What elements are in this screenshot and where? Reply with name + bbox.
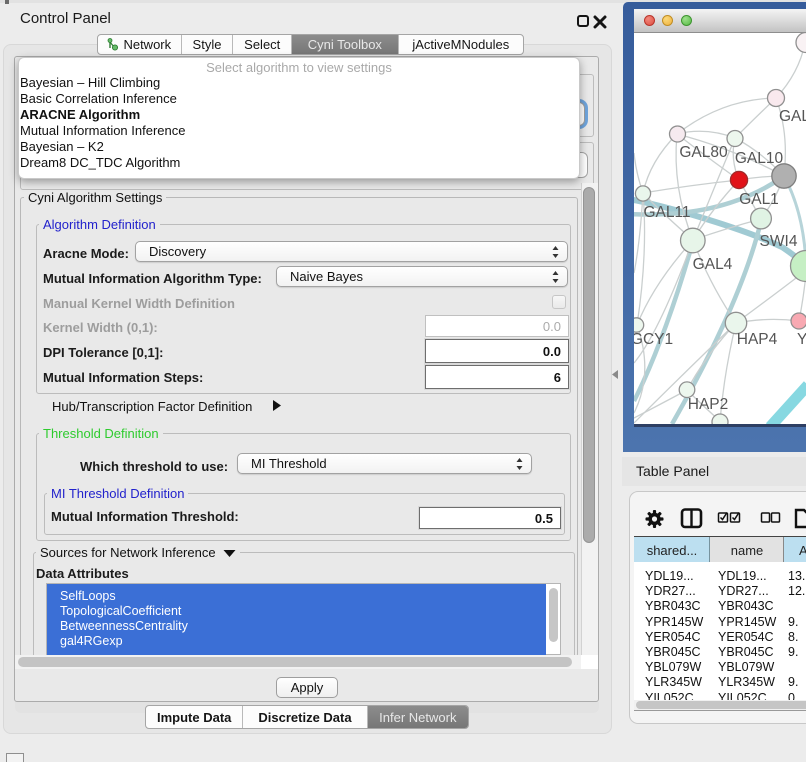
- svg-text:HAP4: HAP4: [737, 331, 778, 348]
- svg-text:YD: YD: [797, 331, 806, 348]
- svg-text:GAL80: GAL80: [679, 144, 728, 161]
- svg-text:GAL10: GAL10: [735, 150, 784, 167]
- svg-text:GAL7: GAL7: [779, 108, 806, 125]
- svg-text:HAP2: HAP2: [688, 396, 729, 413]
- svg-text:GAL4: GAL4: [693, 256, 733, 273]
- svg-text:SWI4: SWI4: [760, 233, 798, 250]
- svg-text:GAL1: GAL1: [739, 191, 779, 208]
- svg-text:GAL11: GAL11: [643, 204, 690, 221]
- svg-text:GCY1: GCY1: [634, 331, 673, 348]
